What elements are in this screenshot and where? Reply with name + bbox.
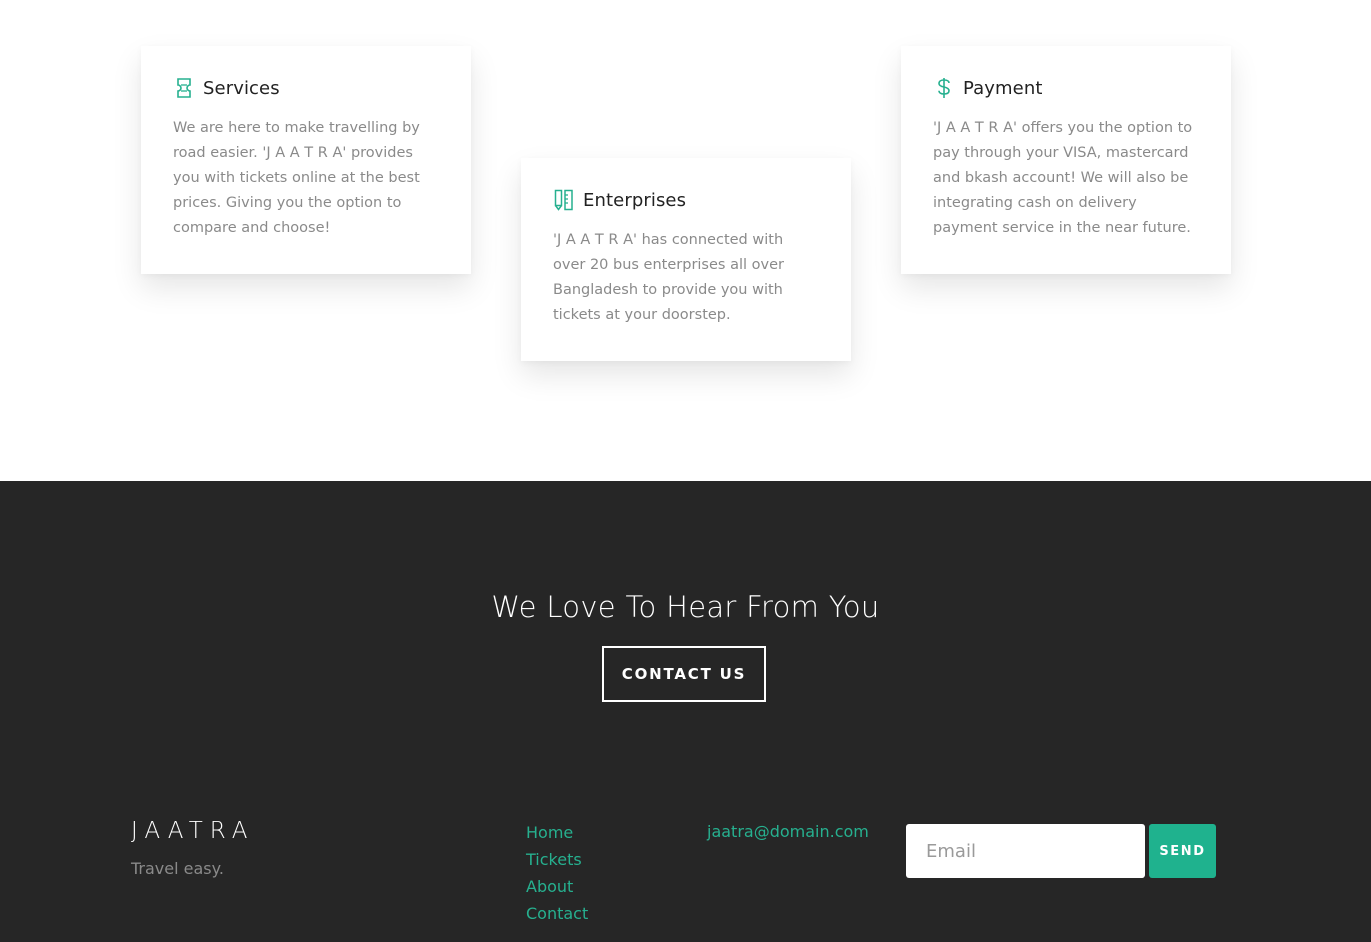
cta-heading: We Love To Hear From You <box>491 590 880 624</box>
features-section: Services We are here to make travelling … <box>0 0 1371 481</box>
footer-email-link[interactable]: jaatra@domain.com <box>707 822 869 841</box>
footer-link-contact[interactable]: Contact <box>526 904 588 923</box>
card-description: 'J A A T R A' has connected with over 20… <box>553 232 784 323</box>
card-header: Services <box>173 76 439 100</box>
card-header: Enterprises <box>553 188 819 212</box>
footer-nav-item: Tickets <box>526 849 588 876</box>
card-title: Payment <box>963 77 1043 99</box>
newsletter-send-button[interactable]: SEND <box>1149 824 1216 878</box>
footer-nav-item: About <box>526 876 588 903</box>
card-header: Payment <box>933 76 1199 100</box>
footer-link-tickets[interactable]: Tickets <box>526 850 582 869</box>
footer-link-home[interactable]: Home <box>526 823 573 842</box>
feature-card-enterprises: Enterprises 'J A A T R A' has connected … <box>521 158 851 361</box>
footer-nav-item: Contact <box>526 903 588 930</box>
enterprise-tools-icon <box>553 188 575 212</box>
card-title: Enterprises <box>583 189 687 211</box>
footer-nav: Home Tickets About Contact <box>526 822 588 930</box>
card-title: Services <box>203 77 280 99</box>
footer-link-about[interactable]: About <box>526 877 573 896</box>
footer-tagline: Travel easy. <box>131 859 224 878</box>
dollar-icon <box>933 76 955 100</box>
footer-brand-logo[interactable]: JAATRA <box>131 818 255 844</box>
feature-card-payment: Payment 'J A A T R A' offers you the opt… <box>901 46 1231 274</box>
card-description: We are here to make travelling by road e… <box>173 120 420 236</box>
ticket-icon <box>173 76 195 100</box>
card-description: 'J A A T R A' offers you the option to p… <box>933 120 1193 236</box>
feature-card-services: Services We are here to make travelling … <box>141 46 471 274</box>
contact-us-button[interactable]: CONTACT US <box>602 646 766 702</box>
newsletter-email-input[interactable] <box>906 824 1145 878</box>
footer-nav-item: Home <box>526 822 588 849</box>
